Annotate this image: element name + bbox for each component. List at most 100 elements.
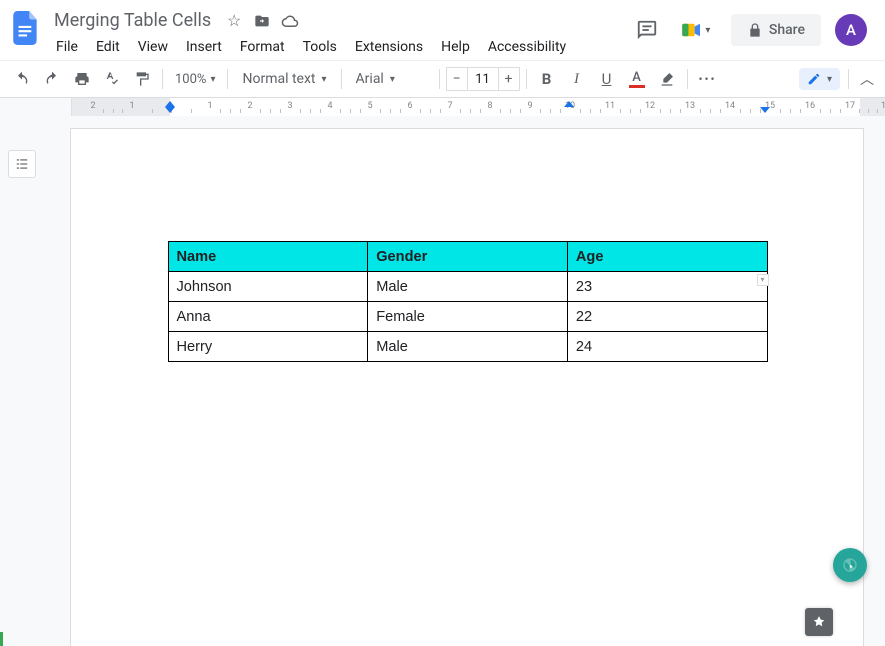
font-size-minus[interactable]: − <box>446 67 468 91</box>
app-header: Merging Table Cells ☆ File Edit View Ins… <box>0 0 885 60</box>
table-header-row[interactable]: Name Gender Age <box>168 242 767 272</box>
redo-button[interactable] <box>38 65 66 93</box>
text-color-button[interactable]: A <box>623 65 651 93</box>
ruler-number: 8 <box>487 101 492 111</box>
paragraph-style-select[interactable]: Normal text▾ <box>234 65 334 93</box>
share-button[interactable]: Share <box>731 14 821 46</box>
spellcheck-button[interactable] <box>98 65 126 93</box>
table-cell[interactable]: 22 <box>567 302 767 332</box>
more-button[interactable]: ••• <box>694 65 722 93</box>
move-icon[interactable] <box>253 12 271 30</box>
ruler-number: 3 <box>287 101 292 111</box>
separator <box>687 69 688 89</box>
menu-tools[interactable]: Tools <box>295 35 345 59</box>
table-cell[interactable]: Male <box>368 332 568 362</box>
chevron-down-icon: ▾ <box>390 74 395 85</box>
accent-indicator <box>0 632 3 646</box>
feedback-button[interactable] <box>805 608 833 636</box>
font-size-group: − 11 + <box>446 67 520 91</box>
ruler: 21123456789101112131415161718 <box>0 98 885 116</box>
ruler-number: 1 <box>129 101 134 111</box>
menu-bar: File Edit View Insert Format Tools Exten… <box>48 35 633 59</box>
ruler-number: 17 <box>845 101 855 111</box>
ruler-number: 6 <box>407 101 412 111</box>
menu-accessibility[interactable]: Accessibility <box>480 35 574 59</box>
italic-button[interactable]: I <box>563 65 591 93</box>
ruler-number: 14 <box>725 101 735 111</box>
ruler-number: 11 <box>605 101 615 111</box>
table-cell[interactable]: Female <box>368 302 568 332</box>
undo-button[interactable] <box>8 65 36 93</box>
ruler-number: 18 <box>881 101 885 111</box>
ruler-number: 13 <box>685 101 695 111</box>
editing-mode-button[interactable]: ▾ <box>799 68 840 90</box>
ruler-number: 12 <box>645 101 655 111</box>
docs-app-icon[interactable] <box>8 10 44 46</box>
meet-icon[interactable]: ▾ <box>675 15 717 45</box>
page[interactable]: Name Gender Age Johnson Male 23 Anna Fem… <box>70 128 864 646</box>
menu-view[interactable]: View <box>130 35 176 59</box>
separator <box>162 69 163 89</box>
ruler-number: 2 <box>247 101 252 111</box>
chevron-down-icon: ▾ <box>322 74 327 85</box>
underline-button[interactable]: U <box>593 65 621 93</box>
document-title[interactable]: Merging Table Cells <box>48 8 217 33</box>
table-cell[interactable]: Johnson <box>168 272 368 302</box>
menu-file[interactable]: File <box>48 35 86 59</box>
table-cell[interactable]: 23 <box>567 272 767 302</box>
ruler-scale[interactable]: 21123456789101112131415161718 <box>72 98 885 116</box>
table-cell[interactable]: Male <box>368 272 568 302</box>
bold-button[interactable]: B <box>533 65 561 93</box>
menu-extensions[interactable]: Extensions <box>347 35 431 59</box>
ruler-number: 9 <box>527 101 532 111</box>
font-size-value[interactable]: 11 <box>468 67 498 91</box>
comment-history-icon[interactable] <box>633 16 661 44</box>
ruler-number: 7 <box>447 101 452 111</box>
chevron-down-icon: ▾ <box>210 74 215 85</box>
table-header[interactable]: Age <box>567 242 767 272</box>
table-row[interactable]: Anna Female 22 <box>168 302 767 332</box>
menu-format[interactable]: Format <box>232 35 293 59</box>
document-scroll-area[interactable]: Name Gender Age Johnson Male 23 Anna Fem… <box>44 116 885 646</box>
content-table[interactable]: Name Gender Age Johnson Male 23 Anna Fem… <box>168 241 768 362</box>
chevron-down-icon: ▾ <box>827 74 832 85</box>
table-cell[interactable]: 24 <box>567 332 767 362</box>
ruler-number: 5 <box>367 101 372 111</box>
menu-edit[interactable]: Edit <box>88 35 128 59</box>
highlight-button[interactable] <box>653 65 681 93</box>
workspace: Name Gender Age Johnson Male 23 Anna Fem… <box>0 116 885 646</box>
left-rail <box>0 116 44 646</box>
paint-format-button[interactable] <box>128 65 156 93</box>
table-row[interactable]: Herry Male 24 <box>168 332 767 362</box>
table-header[interactable]: Gender <box>368 242 568 272</box>
print-button[interactable] <box>68 65 96 93</box>
separator <box>227 69 228 89</box>
account-avatar[interactable]: A <box>835 14 867 46</box>
separator <box>341 69 342 89</box>
font-family-select[interactable]: Arial▾ <box>348 65 433 93</box>
table-cell[interactable]: Herry <box>168 332 368 362</box>
table-row[interactable]: Johnson Male 23 <box>168 272 767 302</box>
font-size-plus[interactable]: + <box>498 67 520 91</box>
title-area: Merging Table Cells ☆ File Edit View Ins… <box>48 6 633 59</box>
hide-menus-button[interactable]: ︿ <box>857 65 877 93</box>
ruler-number: 2 <box>90 101 95 111</box>
separator <box>526 69 527 89</box>
document-outline-button[interactable] <box>8 150 36 178</box>
explore-button[interactable] <box>833 548 867 582</box>
header-right: ▾ Share A <box>633 14 877 46</box>
table-cell[interactable]: Anna <box>168 302 368 332</box>
table-header[interactable]: Name <box>168 242 368 272</box>
ruler-number: 4 <box>327 101 332 111</box>
toolbar: 100%▾ Normal text▾ Arial▾ − 11 + B I U A… <box>0 60 885 98</box>
chevron-down-icon: ▾ <box>705 25 710 36</box>
menu-insert[interactable]: Insert <box>178 35 230 59</box>
star-icon[interactable]: ☆ <box>225 12 243 30</box>
zoom-select[interactable]: 100%▾ <box>169 65 221 93</box>
separator <box>848 69 849 89</box>
ruler-number: 16 <box>805 101 815 111</box>
menu-help[interactable]: Help <box>433 35 478 59</box>
cloud-status-icon[interactable] <box>281 12 299 30</box>
share-label: Share <box>769 22 805 38</box>
separator <box>439 69 440 89</box>
